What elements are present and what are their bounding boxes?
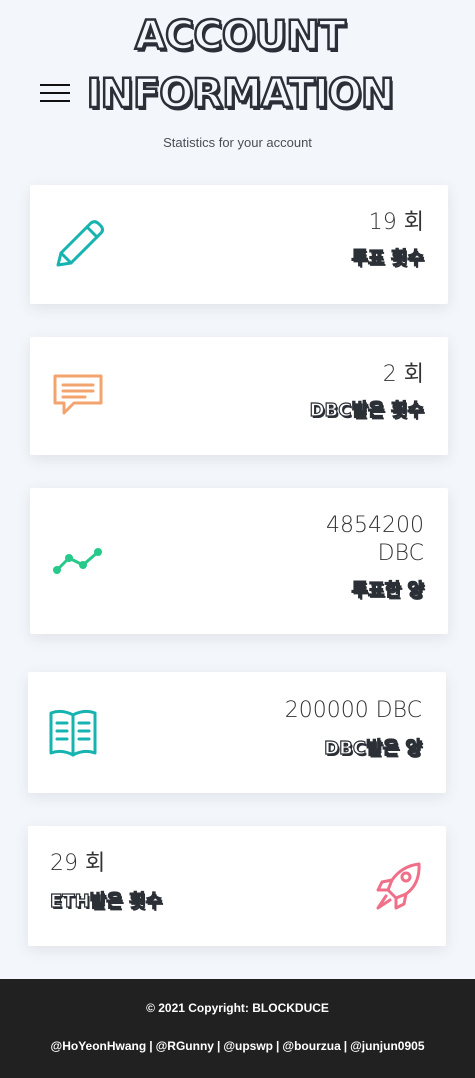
eth-received-count-label: ETH받은 횟수 (49, 890, 163, 912)
rocket-icon (376, 862, 421, 910)
page-title-line1: ACCOUNT (134, 12, 347, 61)
voted-amount-value-line1: 4854200 (326, 513, 424, 538)
dbc-received-count-label: DBC받은 횟수 (309, 399, 425, 421)
voted-amount-label: 투표한 양 (351, 579, 425, 601)
dbc-received-amount-value: 200000 DBC (284, 698, 422, 723)
message-icon (53, 374, 103, 415)
credit-separator: | (216, 1039, 221, 1053)
credit-link-hoyeonhwang[interactable]: @HoYeonHwang (51, 1039, 147, 1053)
page-title-line2: INFORMATION (85, 70, 395, 119)
credit-link-junjun0905[interactable]: @junjun0905 (350, 1039, 424, 1053)
copyright-text: © 2021 Copyright: BLOCKDUCE (146, 1001, 329, 1015)
dbc-received-amount-label: DBC받은 양 (324, 737, 423, 759)
trend-icon (53, 548, 102, 574)
stat-card-voted-amount: 4854200 DBC 투표한 양 (30, 488, 448, 634)
dbc-received-count-value: 2 회 (382, 362, 424, 387)
stat-card-dbc-received-amount: 200000 DBC DBC받은 양 (28, 672, 446, 793)
stat-card-vote-count: 19 회 투표 횟수 (30, 185, 448, 304)
footer-credits: @HoYeonHwang | @RGunny | @upswp | @bourzua | @ju… (0, 1039, 475, 1053)
stat-card-dbc-received-count: 2 회 DBC받은 횟수 (30, 337, 448, 455)
credit-link-rgunny[interactable]: @RGunny (156, 1039, 214, 1053)
stat-card-eth-received-count: 29 회 ETH받은 횟수 (28, 826, 446, 946)
vote-count-value: 19 회 (368, 210, 424, 235)
credit-link-bourzua[interactable]: @bourzua (282, 1039, 340, 1053)
eth-received-count-value: 29 회 (50, 851, 106, 876)
credit-link-upswp[interactable]: @upswp (223, 1039, 273, 1053)
pencil-icon (56, 220, 104, 267)
voted-amount-value-line2: DBC (377, 541, 424, 566)
page-subtitle: Statistics for your account (163, 135, 312, 150)
book-icon (49, 709, 97, 757)
page-footer: © 2021 Copyright: BLOCKDUCE @HoYeonHwang… (0, 979, 475, 1078)
vote-count-label: 투표 횟수 (351, 247, 425, 269)
hamburger-menu-icon[interactable] (40, 84, 70, 104)
credit-separator: | (149, 1039, 153, 1053)
page-header: ACCOUNT INFORMATION Statistics for your … (0, 0, 475, 175)
credit-separator: | (343, 1039, 348, 1053)
credit-separator: | (276, 1039, 280, 1053)
